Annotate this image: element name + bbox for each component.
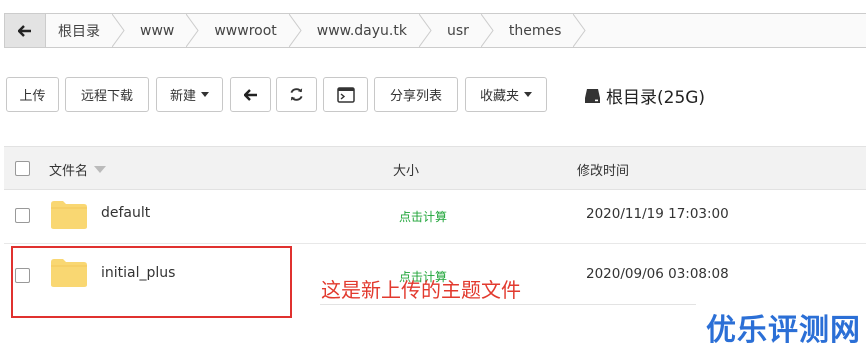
caret-down-icon — [524, 92, 532, 97]
breadcrumb-back-button[interactable] — [5, 14, 46, 47]
chevron-right-icon — [418, 14, 432, 47]
table-header: 文件名 大小 修改时间 — [4, 146, 866, 190]
caret-down-icon — [201, 92, 209, 97]
breadcrumb: 根目录 www wwwroot www.dayu.tk usr themes — [4, 13, 866, 48]
chevron-right-icon — [112, 14, 125, 47]
size-calc-link[interactable]: 点击计算 — [399, 208, 447, 225]
breadcrumb-item-themes[interactable]: themes — [496, 14, 590, 47]
terminal-icon — [336, 86, 355, 103]
breadcrumb-item-www[interactable]: www — [128, 14, 203, 47]
row-checkbox[interactable] — [15, 208, 30, 223]
column-header-name[interactable]: 文件名 — [49, 160, 107, 179]
arrow-left-icon — [243, 88, 257, 101]
upload-button[interactable]: 上传 — [6, 77, 59, 112]
share-list-button[interactable]: 分享列表 — [374, 77, 458, 112]
hdd-icon — [585, 88, 600, 103]
select-all-checkbox[interactable] — [15, 161, 30, 176]
sort-down-icon — [94, 166, 107, 173]
chevron-right-icon — [288, 14, 302, 47]
column-header-mtime: 修改时间 — [577, 164, 630, 179]
modified-time: 2020/11/19 17:03:00 — [586, 206, 729, 222]
remote-download-button[interactable]: 远程下载 — [65, 77, 149, 112]
annotation-text: 这是新上传的主题文件 — [321, 278, 521, 302]
chevron-right-icon — [573, 14, 587, 47]
breadcrumb-item-site[interactable]: www.dayu.tk — [304, 14, 435, 47]
favorites-dropdown-button[interactable]: 收藏夹 — [465, 77, 547, 112]
breadcrumb-item-wwwroot[interactable]: wwwroot — [202, 14, 305, 47]
breadcrumb-item-usr[interactable]: usr — [434, 14, 497, 47]
terminal-button[interactable] — [323, 77, 368, 112]
arrow-left-icon — [18, 24, 31, 37]
table-row[interactable]: default 点击计算 2020/11/19 17:03:00 — [4, 190, 866, 244]
refresh-button[interactable] — [276, 77, 317, 112]
chevron-right-icon — [186, 14, 199, 47]
column-header-size: 大小 — [393, 164, 420, 179]
modified-time: 2020/09/06 03:08:08 — [586, 266, 729, 282]
breadcrumb-path-input-area[interactable] — [589, 14, 866, 47]
refresh-icon — [290, 88, 303, 101]
watermark: 优乐评测网 — [706, 313, 861, 348]
back-button[interactable] — [230, 77, 271, 112]
highlight-box — [11, 246, 292, 318]
file-name[interactable]: default — [101, 205, 150, 221]
chevron-right-icon — [480, 14, 494, 47]
folder-icon — [51, 201, 87, 229]
disk-indicator[interactable]: 根目录(25G) — [584, 83, 705, 108]
breadcrumb-item-root[interactable]: 根目录 — [46, 14, 128, 47]
row-divider — [320, 304, 696, 305]
new-dropdown-button[interactable]: 新建 — [156, 77, 223, 112]
